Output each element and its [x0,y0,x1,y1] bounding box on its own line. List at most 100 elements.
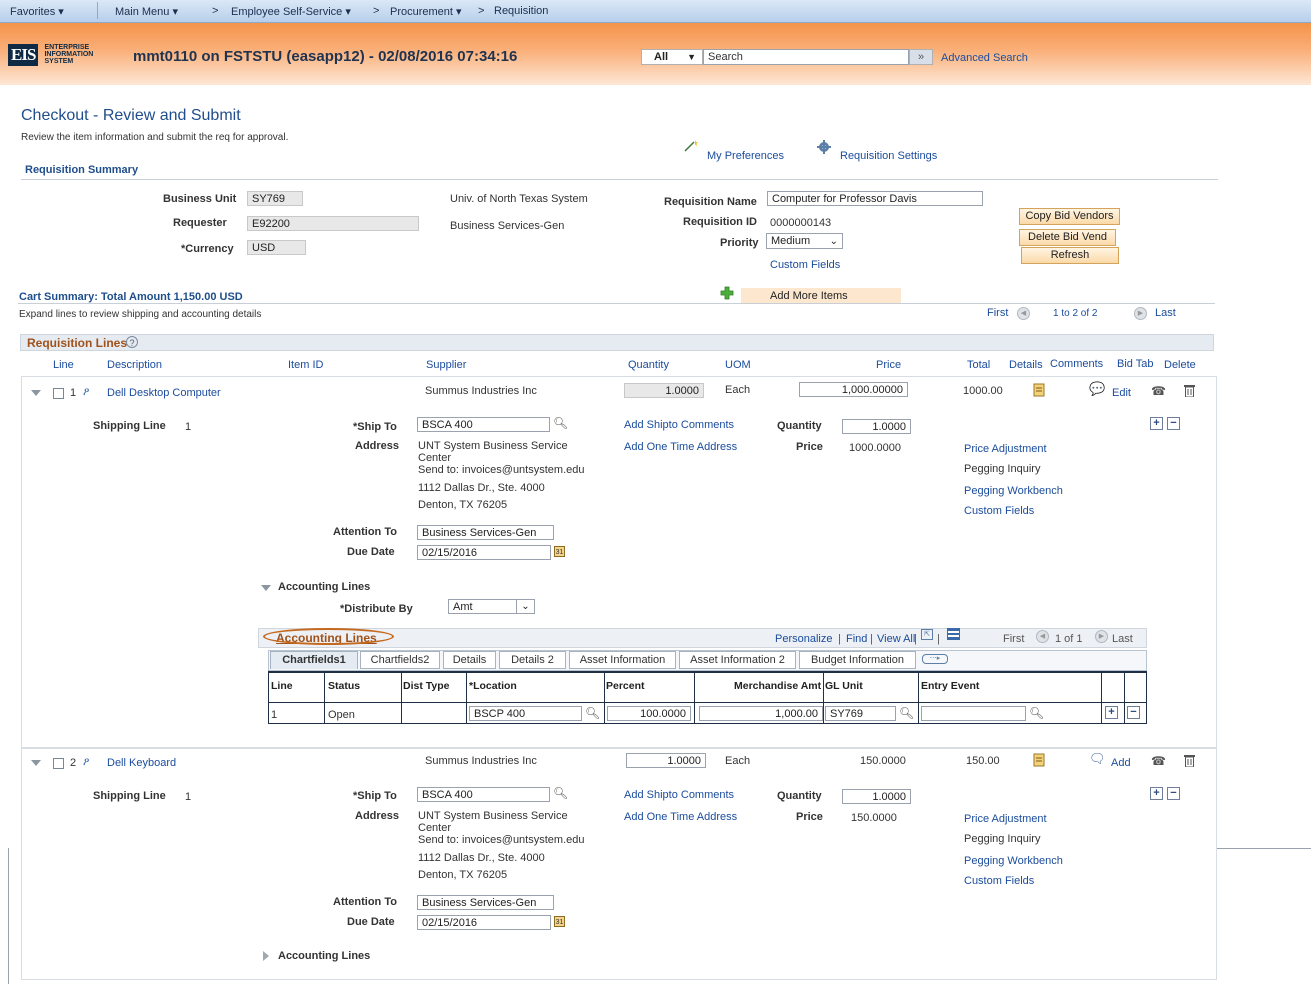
ship-quantity-field[interactable]: 1.0000 [842,789,911,804]
find-link[interactable]: Find [846,633,867,645]
last-link[interactable]: Last [1155,307,1176,319]
grid-gl-unit-field[interactable]: SY769 [825,706,896,721]
line-1-comment-edit-link[interactable]: Edit [1112,387,1131,399]
line-2-description-link[interactable]: Dell Keyboard [107,757,176,769]
add-row-button[interactable]: + [1150,417,1163,430]
grid-merch-amt-field[interactable]: 1,000.00 [699,706,823,721]
delete-row-button[interactable]: − [1167,787,1180,800]
line-custom-fields-link[interactable]: Custom Fields [964,875,1034,887]
line-1-description-link[interactable]: Dell Desktop Computer [107,387,221,399]
document-details-icon[interactable] [1033,753,1046,767]
calendar-icon[interactable]: 31 [554,916,565,927]
search-scope-select[interactable]: All ▼ [641,49,703,65]
search-icon[interactable]: 🔍︎ [1029,706,1044,720]
tab-asset-information-2[interactable]: Asset Information 2 [679,651,796,669]
content-frame-border [1217,848,1311,849]
delete-bid-vendors-button[interactable]: Delete Bid Vend [1019,229,1116,246]
tab-asset-information[interactable]: Asset Information [569,651,676,669]
line-1-price[interactable]: 1,000.00000 [799,382,908,397]
add-shipto-comments-link[interactable]: Add Shipto Comments [624,789,734,801]
accounting-lines-section-label[interactable]: Accounting Lines [278,581,370,593]
accounting-collapse-triangle-icon[interactable] [261,585,271,591]
tab-details[interactable]: Details [443,651,496,669]
priority-select[interactable]: Medium ⌄ [766,233,843,249]
add-one-time-address-link[interactable]: Add One Time Address [624,811,737,823]
attention-to-field[interactable]: Business Services-Gen [417,895,554,910]
nav-employee-self-service[interactable]: Employee Self-Service ▾ [231,5,351,18]
advanced-search-link[interactable]: Advanced Search [941,52,1028,64]
add-one-time-address-link[interactable]: Add One Time Address [624,441,737,453]
tab-details-2[interactable]: Details 2 [499,651,566,669]
search-go-button[interactable]: » [909,49,933,65]
calendar-icon[interactable]: 31 [554,546,565,557]
collapse-triangle-icon[interactable] [31,390,41,396]
custom-fields-link[interactable]: Custom Fields [770,259,840,271]
show-all-columns-icon[interactable]: ⋯▸ [922,654,948,664]
nav-main-menu[interactable]: Main Menu ▾ [115,5,178,18]
currency-label: *Currency [181,243,234,255]
ship-to-field[interactable]: BSCA 400 [417,417,550,432]
line-2-checkbox[interactable] [53,758,64,769]
comment-bubble-icon[interactable]: 🗨 [1089,751,1106,767]
document-details-icon[interactable] [1033,383,1046,397]
tab-chartfields2[interactable]: Chartfields2 [360,651,440,669]
expand-triangle-icon[interactable] [263,951,269,961]
distribute-by-select[interactable]: Amt ⌄ [448,599,535,614]
grid-location-field[interactable]: BSCP 400 [469,706,582,721]
trash-icon[interactable] [1184,384,1195,397]
grid-entry-event-field[interactable] [921,706,1026,721]
delete-row-button[interactable]: − [1167,417,1180,430]
view-all-link[interactable]: View All [877,633,915,645]
copy-bid-vendors-button[interactable]: Copy Bid Vendors [1019,208,1120,225]
add-more-items-button[interactable]: Add More Items [741,288,901,304]
comment-bubble-icon[interactable]: 💬 [1089,381,1105,397]
search-icon[interactable]: 🔍︎ [899,706,914,720]
add-row-button[interactable]: + [1150,787,1163,800]
zoom-icon[interactable]: ⇱ [921,629,933,640]
due-date-field[interactable]: 02/15/2016 [417,915,551,930]
nav-favorites[interactable]: Favorites ▾ [10,5,64,18]
prev-arrow-icon[interactable]: ◀ [1036,630,1049,643]
requisition-name-field[interactable]: Computer for Professor Davis [767,191,983,206]
help-icon[interactable]: ? [126,336,138,348]
ship-quantity-field[interactable]: 1.0000 [842,419,911,434]
ship-to-field[interactable]: BSCA 400 [417,787,550,802]
grid-percent-field[interactable]: 100.0000 [607,706,691,721]
search-icon[interactable]: 🔍︎ [585,706,600,720]
search-icon[interactable]: 🔍︎ [553,786,568,800]
nav-procurement[interactable]: Procurement ▾ [390,5,462,18]
bid-tab-icon[interactable]: ☎ [1151,384,1166,398]
add-row-button[interactable]: + [1105,706,1118,719]
add-shipto-comments-link[interactable]: Add Shipto Comments [624,419,734,431]
tab-budget-information[interactable]: Budget Information [799,651,916,669]
attention-to-field[interactable]: Business Services-Gen [417,525,554,540]
pegging-workbench-link[interactable]: Pegging Workbench [964,485,1063,497]
download-grid-icon[interactable] [947,628,960,640]
due-date-field[interactable]: 02/15/2016 [417,545,551,560]
line-1-checkbox[interactable] [53,388,64,399]
requisition-settings-link[interactable]: Requisition Settings [840,150,937,162]
delete-row-button[interactable]: − [1127,706,1140,719]
my-preferences-link[interactable]: My Preferences [707,150,784,162]
price-adjustment-link[interactable]: Price Adjustment [964,443,1047,455]
nav-requisition[interactable]: Requisition [494,5,548,17]
pegging-workbench-link[interactable]: Pegging Workbench [964,855,1063,867]
accounting-lines-section-label[interactable]: Accounting Lines [278,950,370,962]
refresh-button[interactable]: Refresh [1021,247,1119,264]
tab-chartfields1[interactable]: Chartfields1 [270,651,358,669]
next-arrow-icon[interactable]: ▶ [1134,307,1147,320]
line-custom-fields-link[interactable]: Custom Fields [964,505,1034,517]
divider [21,179,1218,180]
next-arrow-icon[interactable]: ▶ [1095,630,1108,643]
search-icon[interactable]: 🔍︎ [553,416,568,430]
trash-icon[interactable] [1184,754,1195,767]
collapse-triangle-icon[interactable] [31,760,41,766]
search-input[interactable]: Search [703,49,909,65]
line-2-comment-add-link[interactable]: Add [1111,757,1131,769]
line-2-quantity[interactable]: 1.0000 [626,753,706,768]
first-link[interactable]: First [987,307,1008,319]
prev-arrow-icon[interactable]: ◀ [1017,307,1030,320]
bid-tab-icon[interactable]: ☎ [1151,754,1166,768]
price-adjustment-link[interactable]: Price Adjustment [964,813,1047,825]
personalize-link[interactable]: Personalize [775,633,832,645]
